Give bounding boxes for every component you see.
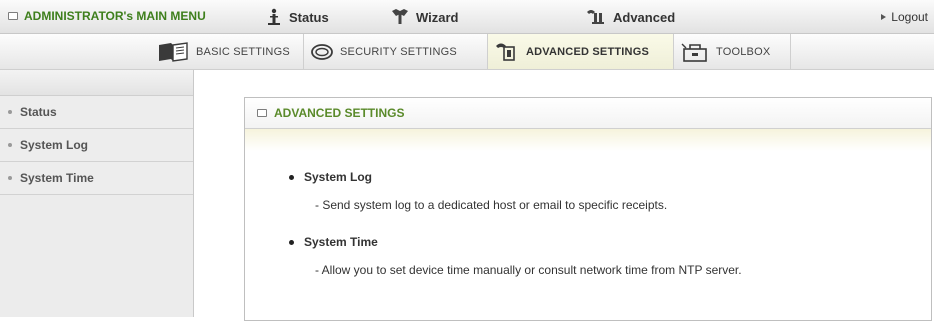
main-menu-bar: ADMINISTRATOR's MAIN MENU Status Wizard … <box>0 0 934 34</box>
tab-toolbox[interactable]: TOOLBOX <box>674 34 791 69</box>
sidebar-item-system-log[interactable]: System Log <box>0 129 193 162</box>
settings-tab-bar: BASIC SETTINGS SECURITY SETTINGS ADVANCE… <box>0 34 934 70</box>
nav-wizard[interactable]: Wizard <box>390 8 459 26</box>
entry-system-time: System Time - Allow you to set device ti… <box>289 235 742 277</box>
advanced-icon <box>587 10 604 24</box>
entry-title[interactable]: System Time <box>304 235 378 249</box>
logout-link[interactable]: Logout <box>881 10 928 24</box>
nav-wizard-label: Wizard <box>416 9 459 25</box>
bullet-icon <box>8 143 12 147</box>
status-icon <box>268 8 280 25</box>
toolbox-icon <box>681 43 707 62</box>
entry-system-log: System Log - Send system log to a dedica… <box>289 170 667 212</box>
sidebar-item-label: System Time <box>20 171 94 185</box>
panel-title: ADVANCED SETTINGS <box>274 106 405 120</box>
panel-header-glow <box>245 129 931 151</box>
entry-description: - Send system log to a dedicated host or… <box>315 198 668 212</box>
nav-advanced-label: Advanced <box>613 9 676 25</box>
tab-advanced-settings[interactable]: ADVANCED SETTINGS <box>488 34 674 69</box>
entry-title[interactable]: System Log <box>304 170 372 184</box>
bullet-icon <box>8 110 12 114</box>
tab-basic-settings[interactable]: BASIC SETTINGS <box>150 34 304 69</box>
main-menu-title: ADMINISTRATOR's MAIN MENU <box>8 9 206 23</box>
sidebar: Status System Log System Time <box>0 70 194 317</box>
sidebar-item-label: System Log <box>20 138 89 152</box>
box-icon <box>8 12 18 20</box>
tab-advanced-settings-label: ADVANCED SETTINGS <box>526 45 649 58</box>
panel-header: ADVANCED SETTINGS <box>245 98 931 129</box>
main-menu-title-text: ADMINISTRATOR's MAIN MENU <box>24 9 206 23</box>
logout-label: Logout <box>891 10 928 24</box>
nav-advanced[interactable]: Advanced <box>585 8 675 26</box>
bullet-icon <box>289 174 294 180</box>
tab-toolbox-label: TOOLBOX <box>716 45 771 58</box>
sidebar-item-system-time[interactable]: System Time <box>0 162 193 195</box>
bullet-icon <box>8 176 12 180</box>
tab-basic-settings-label: BASIC SETTINGS <box>196 45 290 58</box>
tab-security-settings-label: SECURITY SETTINGS <box>340 45 457 58</box>
nav-status[interactable]: Status <box>265 8 329 26</box>
lock-icon <box>311 43 333 60</box>
book-icon <box>159 41 188 62</box>
sidebar-header-band <box>0 70 193 96</box>
tab-security-settings[interactable]: SECURITY SETTINGS <box>304 34 488 69</box>
nav-status-label: Status <box>289 9 329 25</box>
advanced-settings-panel: ADVANCED SETTINGS System Log - Send syst… <box>244 97 932 321</box>
box-icon <box>257 109 267 117</box>
wizard-icon <box>392 9 408 24</box>
bullet-icon <box>289 239 294 245</box>
sidebar-item-label: Status <box>20 105 57 119</box>
sidebar-item-status[interactable]: Status <box>0 96 193 129</box>
arrow-right-icon <box>881 14 887 20</box>
tools-icon <box>496 43 515 61</box>
entry-description: - Allow you to set device time manually … <box>315 263 742 277</box>
